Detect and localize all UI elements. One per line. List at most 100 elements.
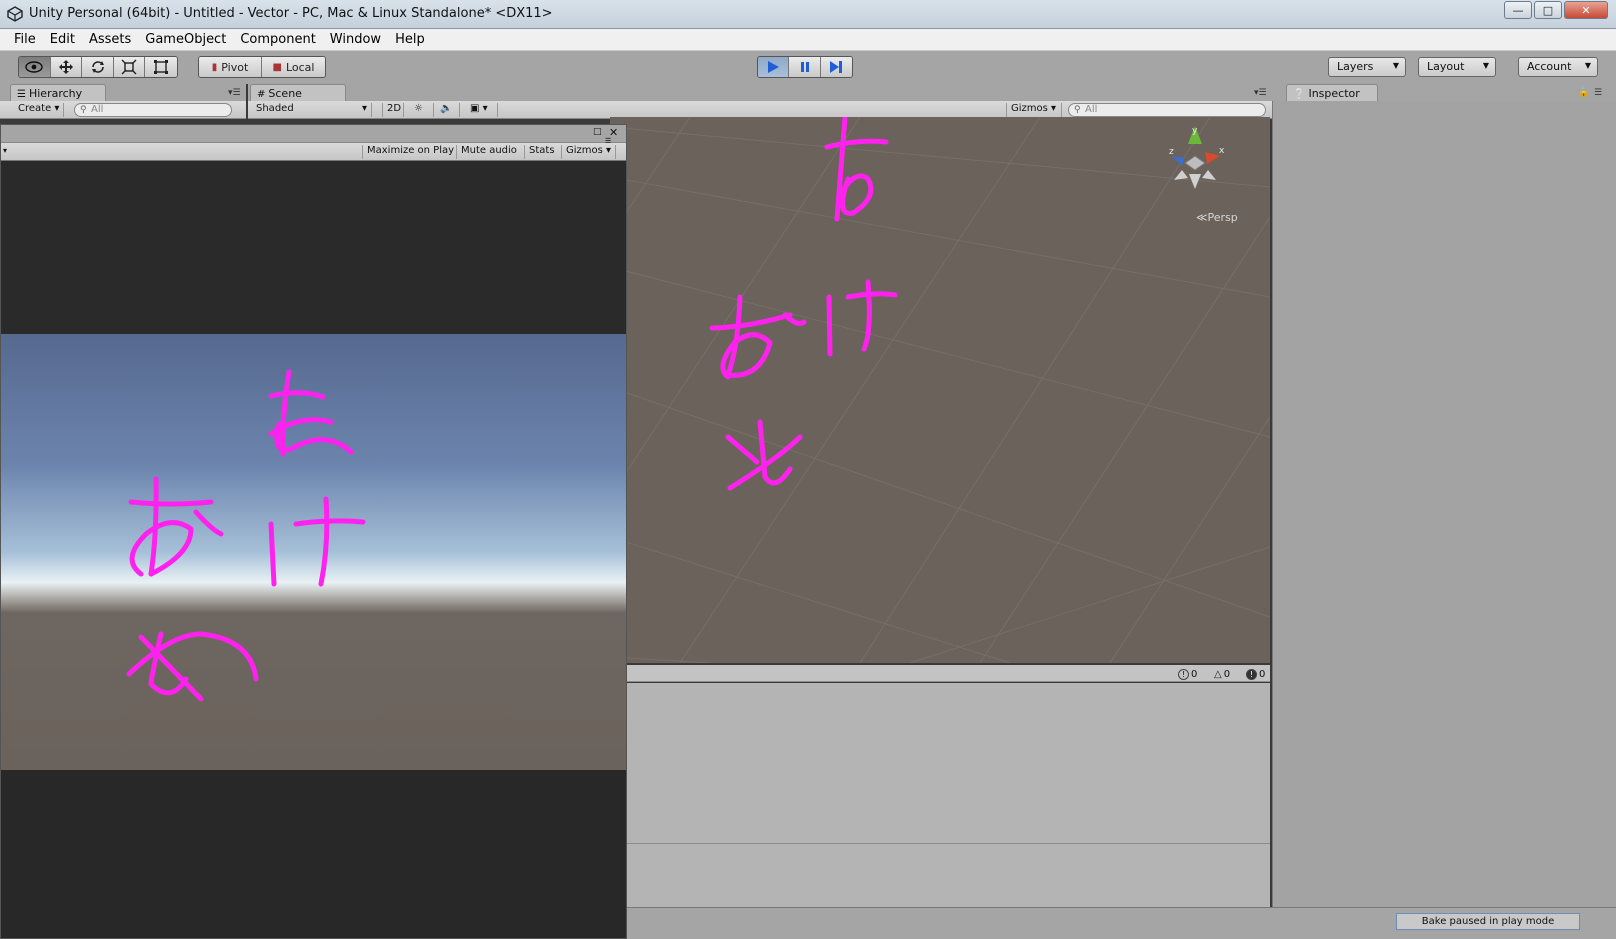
game-gizmos-label: Gizmos [566,145,603,156]
console-warning-count[interactable]: △ 0 [1214,668,1230,681]
mode-2d-toggle[interactable]: 2D [382,103,404,117]
layout-label: Layout [1427,60,1465,73]
window-titlebar: Unity Personal (64bit) - Untitled - Vect… [0,0,1616,29]
orientation-gizmo-icon[interactable]: y x z [1160,124,1230,194]
main-toolbar: ▮ Pivot ■ Local Layers ▼ Layout ▼ Accoun… [0,51,1616,84]
account-dropdown[interactable]: Account ▼ [1518,57,1598,77]
speaker-icon: 🔈 [440,103,453,114]
minimize-button[interactable]: — [1504,1,1532,19]
step-button[interactable] [820,57,852,77]
lock-icon[interactable]: 🔒 [1578,88,1589,98]
account-label: Account [1527,60,1572,73]
game-gizmos-dropdown[interactable]: Gizmos ▾ [561,145,617,159]
chevron-down-icon: ▼ [1482,61,1489,70]
game-window: □ ✕ ☰ ▾ Maximize on Play Mute audio Stat… [0,124,627,939]
local-label: Local [285,60,315,74]
create-label: Create [18,103,52,114]
menu-component[interactable]: Component [233,29,322,50]
mode-2d-label: 2D [387,103,402,114]
close-button[interactable]: ✕ [1564,1,1608,19]
rotate-tool-button[interactable] [82,57,114,77]
layers-dropdown[interactable]: Layers ▼ [1328,57,1406,77]
panel-menu-icon[interactable]: ☰ [1594,88,1602,98]
console-detail-area[interactable] [612,843,1270,907]
game-viewport[interactable] [1,334,626,770]
shading-mode-dropdown[interactable]: Shaded ▾ [252,103,372,117]
scale-icon [121,59,137,75]
pivot-label: Pivot [221,60,249,74]
play-button[interactable] [758,57,790,77]
menu-window[interactable]: Window [323,29,388,50]
layout-dropdown[interactable]: Layout ▼ [1418,57,1496,77]
inspector-panel [1272,101,1616,907]
display-dropdown[interactable]: ▾ [3,146,7,155]
maximize-window-icon[interactable]: □ [593,127,602,137]
stats-label: Stats [529,145,555,156]
info-icon: ! [1178,669,1189,680]
panel-menu-icon[interactable]: ▾☰ [1254,88,1267,98]
menu-help[interactable]: Help [388,29,432,50]
rect-tool-button[interactable] [145,57,177,77]
menu-bar: File Edit Assets GameObject Component Wi… [0,29,1616,51]
chevron-down-icon: ▾ [361,103,367,114]
lighting-toggle[interactable]: ☼ [410,103,434,117]
menu-file[interactable]: File [7,29,43,50]
scene-grid [610,117,1270,663]
inspector-tab-label: Inspector [1308,87,1360,100]
game-drawn-strokes [126,369,366,702]
maximize-button[interactable]: □ [1534,1,1562,19]
effects-dropdown[interactable]: ▣ ▾ [466,103,498,117]
stats-toggle[interactable]: Stats [524,145,559,159]
chevron-down-icon: ▼ [1584,61,1591,70]
pivot-button[interactable]: ▮ Pivot [199,57,263,77]
persp-label[interactable]: ≪Persp [1196,211,1238,224]
tab-hierarchy[interactable]: ☰ Hierarchy [10,84,106,101]
maximize-on-play-toggle[interactable]: Maximize on Play [362,145,458,159]
step-icon [830,61,843,73]
menu-assets[interactable]: Assets [82,29,138,50]
tab-inspector[interactable]: ❔ Inspector [1286,84,1378,101]
hierarchy-tab-label: Hierarchy [28,87,83,100]
sun-icon: ☼ [414,103,423,114]
console-log-count[interactable]: ! 0 [1178,668,1197,681]
hierarchy-search-placeholder: All [91,104,104,115]
hierarchy-search-input[interactable]: ⚲ All [74,103,232,117]
panel-menu-icon[interactable]: ▾☰ [228,88,241,98]
scene-search-input[interactable]: ⚲ All [1068,103,1266,117]
status-message: Bake paused in play mode [1396,913,1580,930]
window-controls: — □ ✕ [1504,1,1608,19]
console-error-count[interactable]: ! 0 [1246,668,1265,681]
hierarchy-toolbar: Create ▾ ⚲ All [0,101,246,119]
menu-edit[interactable]: Edit [43,29,82,50]
game-toolbar: ▾ Maximize on Play Mute audio Stats Gizm… [1,143,626,161]
move-tool-button[interactable] [50,57,83,77]
mute-audio-toggle[interactable]: Mute audio [456,145,521,159]
game-window-titlebar[interactable]: □ ✕ ☰ [1,125,626,145]
menu-gameobject[interactable]: GameObject [138,29,233,50]
pivot-icon: ▮ [211,61,218,73]
window-title: Unity Personal (64bit) - Untitled - Vect… [29,6,553,21]
local-button[interactable]: ■ Local [262,57,325,77]
hand-tool-button[interactable] [19,57,51,77]
create-dropdown[interactable]: Create ▾ [14,103,65,117]
audio-toggle[interactable]: 🔈 [436,103,460,117]
image-icon: ▣ [470,103,480,114]
hierarchy-tabbar: ☰ Hierarchy ▾☰ [0,84,246,101]
grid-icon: # [257,89,266,100]
persp-text: Persp [1207,211,1238,224]
info-icon: ❔ [1293,89,1306,100]
play-controls [757,56,853,78]
gizmo-y-label: y [1192,126,1198,136]
scene-viewport[interactable]: y x z [610,117,1270,663]
tab-scene[interactable]: # Scene [250,84,346,101]
console-log-area[interactable] [612,683,1270,843]
scene-gizmos-dropdown[interactable]: Gizmos ▾ [1006,103,1062,117]
maximize-on-play-label: Maximize on Play [367,145,455,156]
gizmo-x-label: x [1219,146,1225,156]
eye-icon [25,61,43,73]
pause-button[interactable] [789,57,821,77]
rotate-icon [91,61,104,73]
move-icon [58,60,73,74]
scale-tool-button[interactable] [113,57,146,77]
scene-tabbar: # Scene ▾☰ [248,84,1272,101]
